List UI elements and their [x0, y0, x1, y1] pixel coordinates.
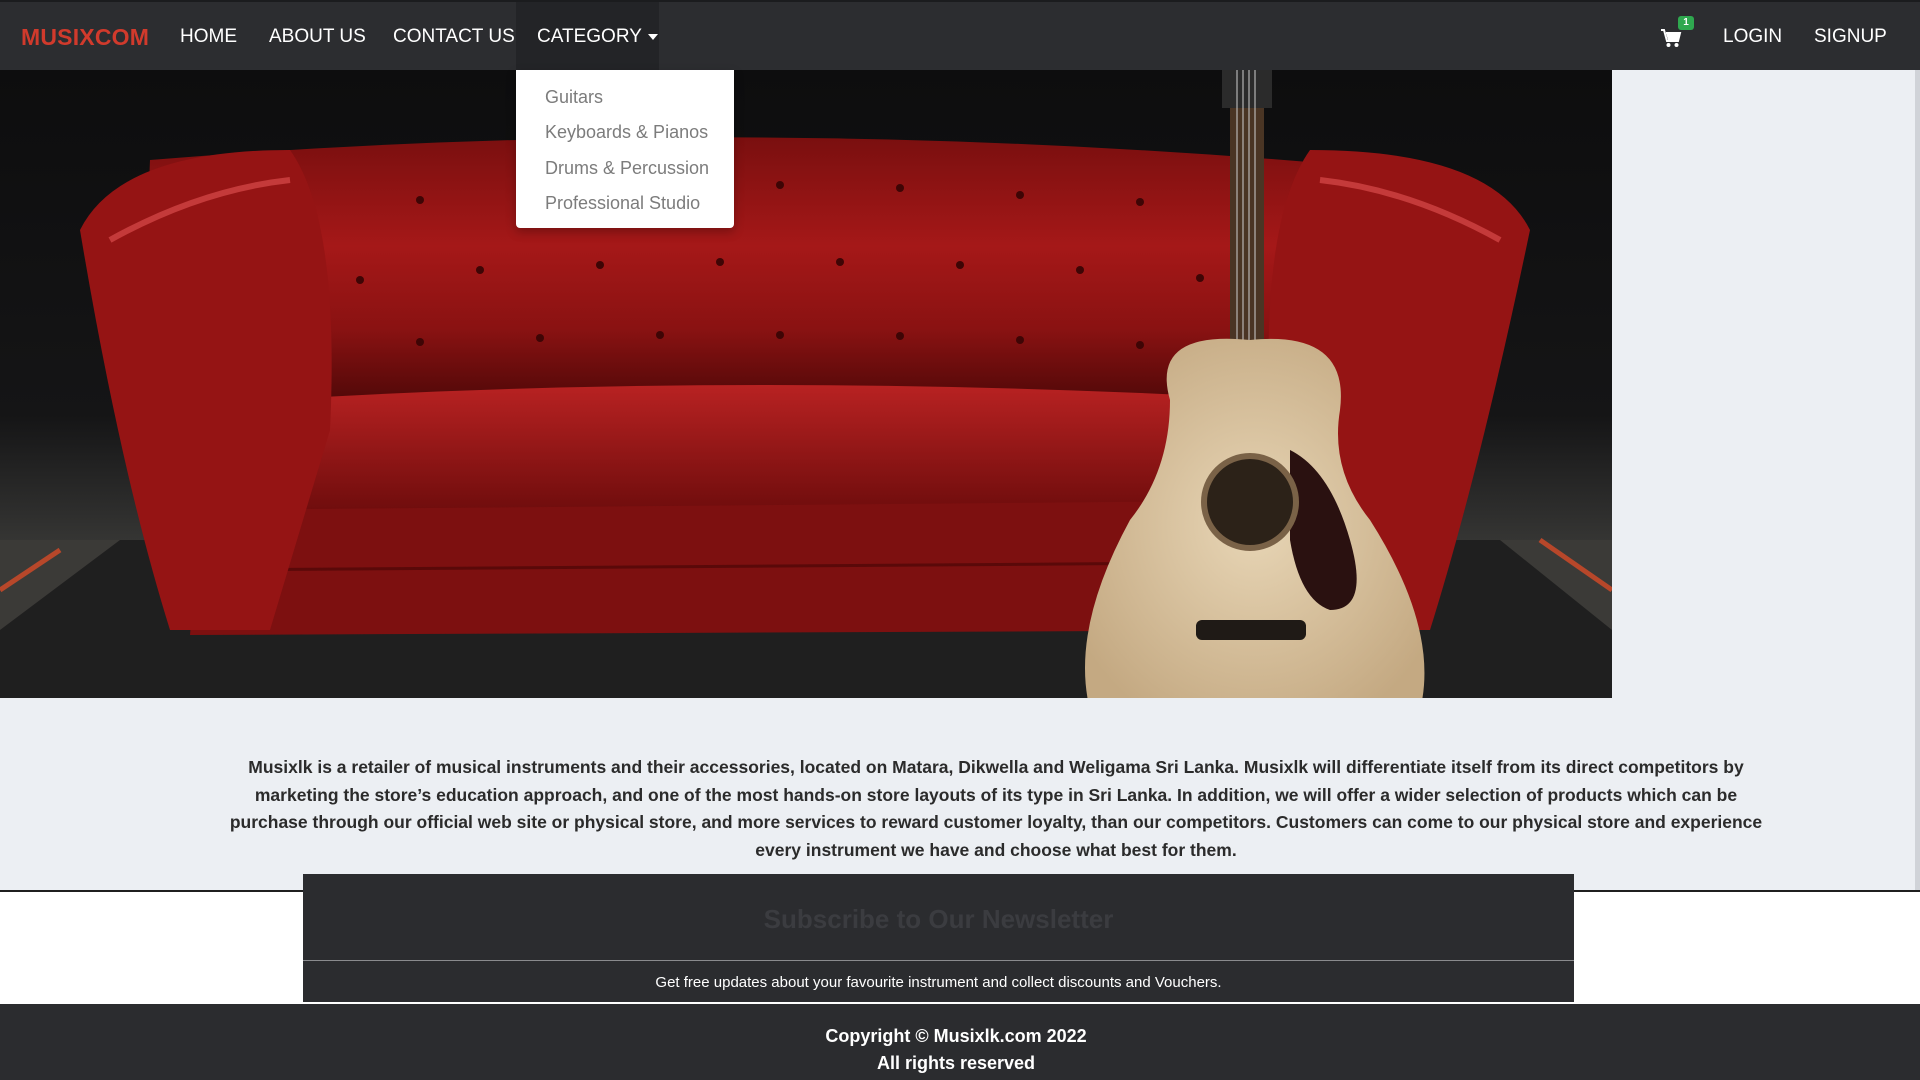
newsletter-divider: [303, 960, 1574, 961]
newsletter-subtitle: Get free updates about your favourite in…: [655, 974, 1222, 991]
footer: Copyright © Musixlk.com 2022 All rights …: [0, 1004, 1920, 1080]
footer-rights: All rights reserved: [876, 1053, 1036, 1073]
footer-copyright: Copyright © Musixlk.com 2022: [825, 1026, 1087, 1046]
nav-category-label: CATEGORY: [537, 26, 642, 47]
dropdown-item-professional-studio[interactable]: Professional Studio: [545, 193, 700, 214]
top-navbar: MUSIXCOM HOME ABOUT US CONTACT US CATEGO…: [0, 0, 1920, 70]
dropdown-item-keyboards-pianos[interactable]: Keyboards & Pianos: [545, 122, 708, 143]
nav-home-link[interactable]: HOME: [180, 26, 237, 48]
shopping-cart-icon[interactable]: [1660, 28, 1682, 48]
newsletter-title: Subscribe to Our Newsletter: [763, 904, 1114, 934]
cart-count-badge: 1: [1678, 16, 1694, 30]
nav-category-toggle[interactable]: CATEGORY: [537, 26, 658, 48]
login-link[interactable]: LOGIN: [1723, 26, 1782, 48]
caret-down-icon: [647, 33, 658, 40]
newsletter-box: Subscribe to Our Newsletter Get free upd…: [303, 874, 1574, 1002]
category-dropdown-menu: Guitars Keyboards & Pianos Drums & Percu…: [516, 70, 734, 228]
about-description: Musixlk is a retailer of musical instrum…: [229, 757, 1763, 860]
dropdown-item-guitars[interactable]: Guitars: [545, 87, 603, 108]
dropdown-item-drums-percussion[interactable]: Drums & Percussion: [545, 158, 709, 179]
hero-image-sofa-guitar: [0, 70, 1612, 698]
brand-logo[interactable]: MUSIXCOM: [21, 24, 149, 51]
nav-contact-link[interactable]: CONTACT US: [393, 26, 515, 48]
nav-about-link[interactable]: ABOUT US: [269, 26, 366, 48]
hero-carousel: [0, 70, 1612, 698]
signup-link[interactable]: SIGNUP: [1814, 26, 1887, 48]
